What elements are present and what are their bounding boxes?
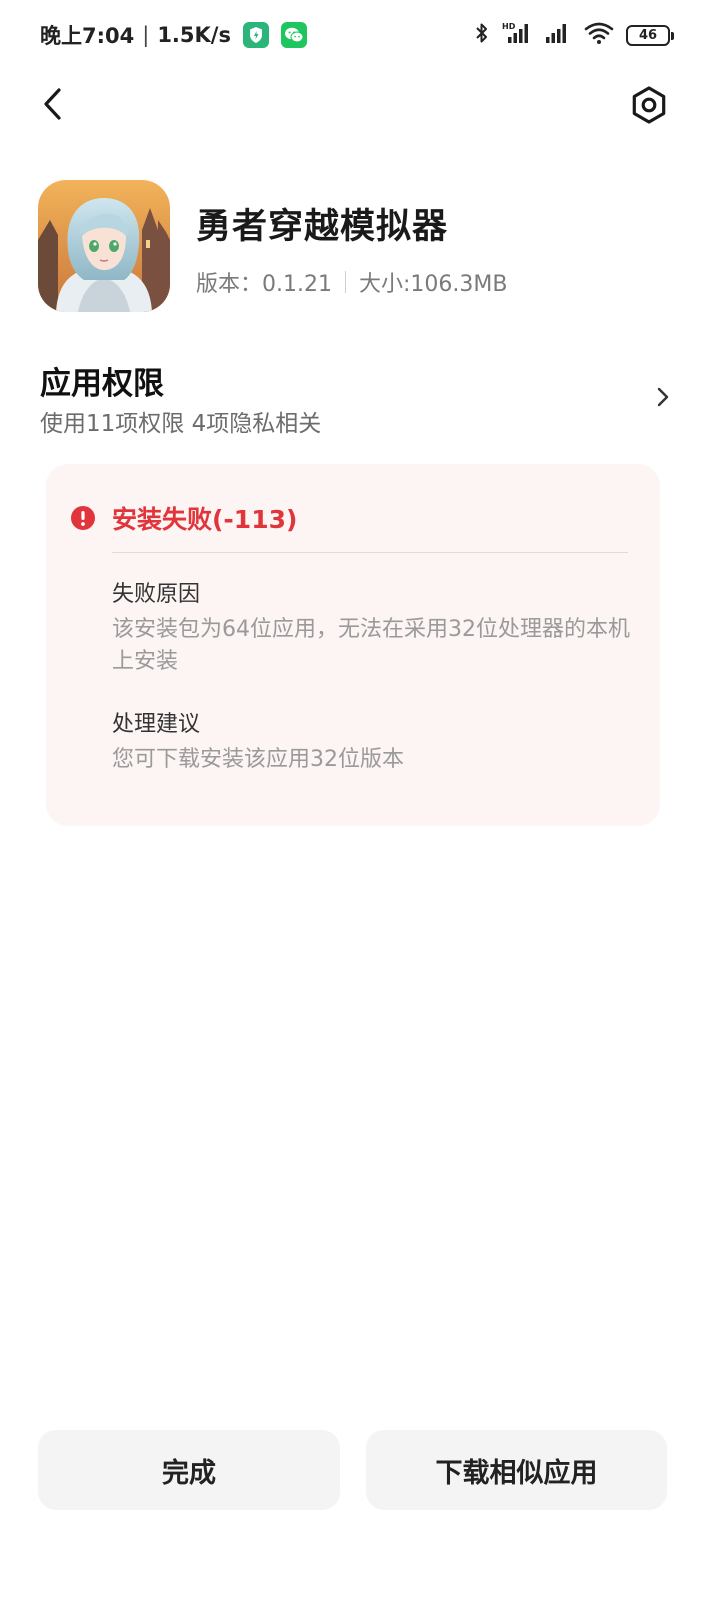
status-bar: 晚上7:04 | 1.5K/s HD 46 [0,0,720,68]
install-error-card: 安装失败(-113) 失败原因 该安装包为64位应用，无法在采用32位处理器的本… [46,464,660,826]
wechat-icon [280,22,307,48]
suggestion-label: 处理建议 [112,712,201,737]
app-icon-anime-character [38,180,170,312]
signal-hd-icon: HD [502,21,532,49]
shield-app-icon [242,22,269,48]
wifi-icon [584,21,614,49]
error-divider [112,552,628,553]
status-left: 晚上7:04 | 1.5K/s [40,20,307,50]
back-button[interactable] [28,80,76,128]
bluetooth-icon [474,21,490,49]
permissions-subtitle: 使用11项权限 4项隐私相关 [40,411,322,437]
battery-icon: 46 [626,24,674,46]
meta-divider [344,271,346,293]
status-separator: | [142,23,150,47]
error-header: 安装失败(-113) [70,500,297,536]
settings-hexagon-icon [632,86,666,124]
install-result-screen: 晚上7:04 | 1.5K/s HD 46 勇者穿越模拟器 版本：0.1.21 … [0,0,720,1600]
download-similar-apps-button[interactable]: 下载相似应用 [366,1430,667,1510]
failure-reason-label: 失败原因 [112,582,201,607]
failure-reason-text: 该安装包为64位应用，无法在采用32位处理器的本机上安装 [112,617,630,674]
settings-button[interactable] [624,80,674,130]
chevron-right-icon [657,387,669,407]
done-button[interactable]: 完成 [38,1430,340,1510]
app-permissions-row[interactable]: 应用权限 使用11项权限 4项隐私相关 [0,352,720,442]
error-alert-icon [71,506,95,530]
app-icon [38,180,170,312]
hd-label: HD [502,22,516,31]
app-name: 勇者穿越模拟器 [196,207,449,247]
status-right: HD 46 [474,20,674,50]
app-version: 版本：0.1.21 [196,272,332,297]
app-size: 大小:106.3MB [358,272,508,297]
permissions-title: 应用权限 [40,366,164,402]
suggestion-text: 您可下载安装该应用32位版本 [112,747,404,772]
status-time: 晚上7:04 [40,24,135,48]
signal-icon [544,21,572,49]
back-chevron-icon [44,88,61,120]
app-meta: 版本：0.1.21 大小:106.3MB [196,266,507,298]
error-title: 安装失败(-113) [112,505,298,534]
battery-level: 46 [638,27,658,43]
status-net-speed: 1.5K/s [157,23,231,47]
